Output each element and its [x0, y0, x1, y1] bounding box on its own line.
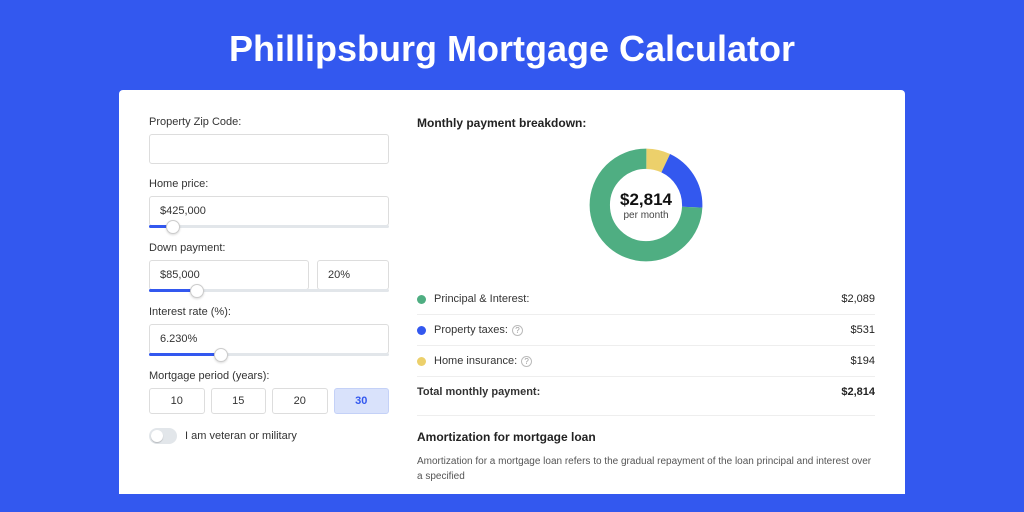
breakdown-dot — [417, 326, 426, 335]
breakdown-row: Principal & Interest: $2,089 — [417, 284, 875, 314]
interest-slider[interactable] — [149, 353, 389, 356]
donut-sub: per month — [623, 210, 668, 221]
zip-field-group: Property Zip Code: — [149, 116, 389, 164]
period-field-group: Mortgage period (years): 10 15 20 30 — [149, 370, 389, 414]
page-title: Phillipsburg Mortgage Calculator — [0, 0, 1024, 90]
breakdown-rows: Principal & Interest: $2,089 Property taxe… — [417, 284, 875, 376]
breakdown-total-label: Total monthly payment: — [417, 386, 841, 398]
home-price-slider[interactable] — [149, 225, 389, 228]
breakdown-panel: Monthly payment breakdown: $2,814 per mo… — [417, 116, 875, 484]
zip-input[interactable] — [149, 134, 389, 164]
interest-slider-fill — [149, 353, 221, 356]
breakdown-row-label: Property taxes:? — [434, 324, 851, 336]
period-btn-10[interactable]: 10 — [149, 388, 205, 414]
amortization-title: Amortization for mortgage loan — [417, 430, 875, 444]
breakdown-dot — [417, 295, 426, 304]
zip-label: Property Zip Code: — [149, 116, 389, 128]
breakdown-dot — [417, 357, 426, 366]
period-btn-15[interactable]: 15 — [211, 388, 267, 414]
help-icon[interactable]: ? — [512, 325, 523, 336]
breakdown-row-label-text: Principal & Interest: — [434, 293, 529, 305]
breakdown-row-value: $531 — [851, 324, 875, 336]
home-price-label: Home price: — [149, 178, 389, 190]
down-payment-field-group: Down payment: — [149, 242, 389, 292]
home-price-field-group: Home price: — [149, 178, 389, 228]
period-button-row: 10 15 20 30 — [149, 388, 389, 414]
calculator-card: Property Zip Code: Home price: Down paym… — [119, 90, 905, 494]
donut-chart: $2,814 per month — [585, 144, 707, 266]
breakdown-total-row: Total monthly payment: $2,814 — [417, 376, 875, 407]
veteran-toggle-label: I am veteran or military — [185, 430, 297, 442]
interest-label: Interest rate (%): — [149, 306, 389, 318]
down-payment-slider[interactable] — [149, 289, 389, 292]
amortization-section: Amortization for mortgage loan Amortizat… — [417, 415, 875, 484]
breakdown-row-label-text: Property taxes: — [434, 324, 508, 336]
interest-slider-thumb[interactable] — [214, 348, 228, 362]
home-price-input[interactable] — [149, 196, 389, 226]
donut-center: $2,814 per month — [585, 144, 707, 266]
help-icon[interactable]: ? — [521, 356, 532, 367]
breakdown-row: Property taxes:?$531 — [417, 314, 875, 345]
breakdown-title: Monthly payment breakdown: — [417, 116, 875, 130]
interest-input[interactable] — [149, 324, 389, 354]
down-payment-label: Down payment: — [149, 242, 389, 254]
breakdown-row-label-text: Home insurance: — [434, 355, 517, 367]
period-btn-20[interactable]: 20 — [272, 388, 328, 414]
period-btn-30[interactable]: 30 — [334, 388, 390, 414]
breakdown-row-label: Principal & Interest: — [434, 293, 841, 305]
home-price-slider-thumb[interactable] — [166, 220, 180, 234]
breakdown-row: Home insurance:?$194 — [417, 345, 875, 376]
donut-amount: $2,814 — [620, 190, 672, 210]
down-payment-pct-input[interactable] — [317, 260, 389, 290]
donut-chart-wrap: $2,814 per month — [417, 144, 875, 266]
amortization-text: Amortization for a mortgage loan refers … — [417, 454, 875, 484]
breakdown-row-label: Home insurance:? — [434, 355, 851, 367]
form-panel: Property Zip Code: Home price: Down paym… — [149, 116, 389, 484]
breakdown-total-value: $2,814 — [841, 386, 875, 398]
breakdown-row-value: $194 — [851, 355, 875, 367]
veteran-toggle[interactable] — [149, 428, 177, 444]
breakdown-row-value: $2,089 — [841, 293, 875, 305]
veteran-toggle-row: I am veteran or military — [149, 428, 389, 444]
interest-field-group: Interest rate (%): — [149, 306, 389, 356]
period-label: Mortgage period (years): — [149, 370, 389, 382]
down-payment-slider-thumb[interactable] — [190, 284, 204, 298]
down-payment-input[interactable] — [149, 260, 309, 290]
